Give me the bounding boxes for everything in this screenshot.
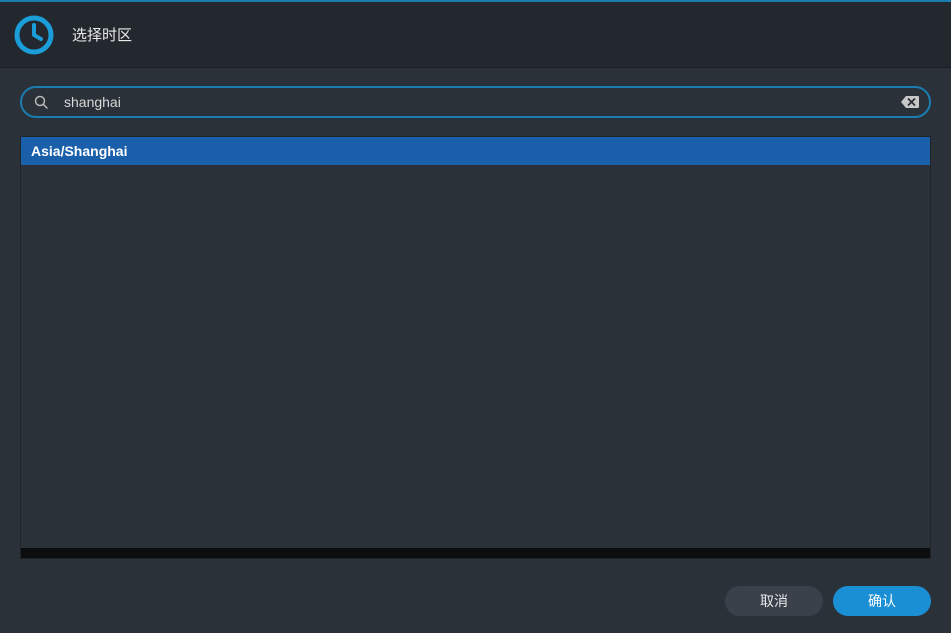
content-area: Asia/Shanghai: [0, 68, 951, 569]
search-input[interactable]: [20, 86, 931, 118]
dialog-window: 选择时区 Asia/Shanghai: [0, 0, 951, 633]
search-field-wrapper: [20, 86, 931, 118]
dialog-title: 选择时区: [72, 24, 132, 45]
list-item-label: Asia/Shanghai: [31, 143, 127, 159]
dialog-footer: 取消 确认: [0, 569, 951, 633]
clock-icon: [14, 15, 54, 55]
titlebar: 选择时区: [0, 2, 951, 68]
confirm-button[interactable]: 确认: [833, 586, 931, 616]
results-list: Asia/Shanghai: [20, 136, 931, 559]
list-item[interactable]: Asia/Shanghai: [21, 137, 930, 165]
list-bottom-shadow: [21, 548, 930, 558]
search-icon: [34, 95, 48, 109]
clear-input-icon[interactable]: [901, 95, 919, 109]
cancel-button[interactable]: 取消: [725, 586, 823, 616]
